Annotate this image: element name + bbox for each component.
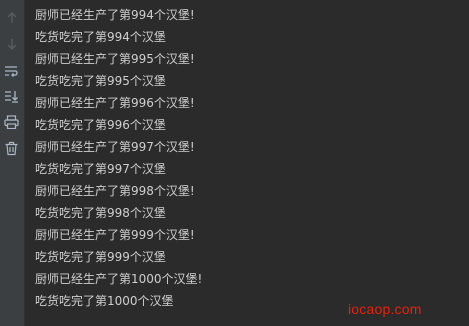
console-line: 吃货吃完了第995个汉堡 <box>35 74 166 88</box>
arrow-down-icon[interactable] <box>5 37 19 51</box>
console-line: 厨师已经生产了第996个汉堡! <box>35 96 195 110</box>
arrow-up-icon[interactable] <box>5 11 19 25</box>
console-output: 厨师已经生产了第994个汉堡! 吃货吃完了第994个汉堡 厨师已经生产了第995… <box>35 4 469 312</box>
soft-wrap-icon[interactable] <box>4 64 18 78</box>
console-line: 吃货吃完了第997个汉堡 <box>35 162 166 176</box>
print-icon[interactable] <box>4 115 19 129</box>
console-toolbar <box>0 0 25 326</box>
console-line: 厨师已经生产了第999个汉堡! <box>35 228 195 242</box>
watermark: iocaop.com <box>348 301 422 317</box>
trash-icon[interactable] <box>4 141 18 156</box>
run-console-window: 厨师已经生产了第994个汉堡! 吃货吃完了第994个汉堡 厨师已经生产了第995… <box>0 0 469 326</box>
scroll-to-end-icon[interactable] <box>4 89 18 103</box>
console-line: 吃货吃完了第999个汉堡 <box>35 250 166 264</box>
console-line: 厨师已经生产了第997个汉堡! <box>35 140 195 154</box>
console-line: 吃货吃完了第996个汉堡 <box>35 118 166 132</box>
console-line: 厨师已经生产了第998个汉堡! <box>35 184 195 198</box>
console-line: 吃货吃完了第994个汉堡 <box>35 30 166 44</box>
console-line: 厨师已经生产了第995个汉堡! <box>35 52 195 66</box>
console-line: 吃货吃完了第998个汉堡 <box>35 206 166 220</box>
console-line: 厨师已经生产了第994个汉堡! <box>35 8 195 22</box>
console-line: 厨师已经生产了第1000个汉堡! <box>35 272 203 286</box>
